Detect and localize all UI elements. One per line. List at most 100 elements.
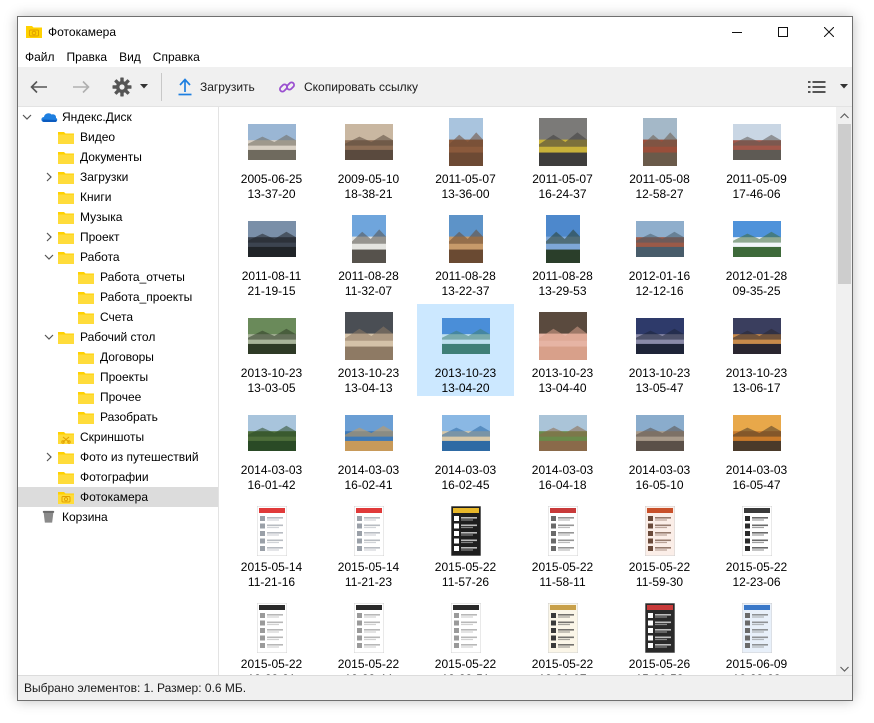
file-tile[interactable]: 2014-03-03 16-05-47 <box>708 401 805 493</box>
tree-item[interactable]: Корзина <box>18 507 218 527</box>
tree-item[interactable]: Книги <box>18 187 218 207</box>
file-tile[interactable]: 2013-10-23 13-06-17 <box>708 304 805 396</box>
file-tile[interactable]: 2013-10-23 13-03-05 <box>223 304 320 396</box>
tree-item[interactable]: Музыка <box>18 207 218 227</box>
window-title: Фотокамера <box>48 25 117 39</box>
tree-item-yandex-disk[interactable]: Яндекс.Диск <box>18 107 218 127</box>
file-tile[interactable]: 2014-03-03 16-02-41 <box>320 401 417 493</box>
file-name: 2014-03-03 16-02-45 <box>434 463 497 492</box>
tree-item[interactable]: Документы <box>18 147 218 167</box>
file-tile[interactable]: 2013-10-23 13-04-20 <box>417 304 514 396</box>
tree-item[interactable]: Разобрать <box>18 407 218 427</box>
tree-item[interactable]: Работа_проекты <box>18 287 218 307</box>
file-tile[interactable]: 2011-05-07 13-36-00 <box>417 110 514 202</box>
file-name: 2015-05-22 11-59-30 <box>628 560 691 589</box>
file-tile[interactable]: 2015-05-22 12-31-07 <box>514 595 611 677</box>
menu-file[interactable]: Файл <box>18 47 61 67</box>
file-tile[interactable]: 2011-05-07 16-24-37 <box>514 110 611 202</box>
file-tile[interactable]: 2014-03-03 16-02-45 <box>417 401 514 493</box>
expanded-arrow-icon[interactable] <box>44 252 54 262</box>
tree-item[interactable]: Фотографии <box>18 467 218 487</box>
scroll-up-button[interactable] <box>836 107 852 124</box>
file-name: 2011-08-28 11-32-07 <box>338 269 399 298</box>
tree-item[interactable]: Видео <box>18 127 218 147</box>
forward-button[interactable] <box>68 67 94 106</box>
menu-edit[interactable]: Правка <box>61 47 114 67</box>
tree-item[interactable]: Проект <box>18 227 218 247</box>
upload-button[interactable]: Загрузить <box>178 67 255 106</box>
file-tile[interactable]: 2009-05-10 18-38-21 <box>320 110 417 202</box>
tree-item[interactable]: Проекты <box>18 367 218 387</box>
tree-item[interactable]: Фото из путешествий <box>18 447 218 467</box>
file-tile[interactable]: 2015-05-22 11-57-26 <box>417 498 514 590</box>
menu-view[interactable]: Вид <box>113 47 147 67</box>
tree-item[interactable]: Договоры <box>18 347 218 367</box>
collapsed-arrow-icon[interactable] <box>44 232 54 242</box>
folder-icon <box>78 352 94 364</box>
photo-thumbnail <box>635 221 684 257</box>
file-name: 2015-05-22 11-57-26 <box>434 560 497 589</box>
folder-icon <box>58 172 74 184</box>
menu-help[interactable]: Справка <box>147 47 206 67</box>
file-tile[interactable]: 2014-03-03 16-04-18 <box>514 401 611 493</box>
expanded-arrow-icon[interactable] <box>44 332 54 342</box>
file-tile[interactable]: 2011-08-28 13-29-53 <box>514 207 611 299</box>
file-tile[interactable]: 2015-05-22 12-28-51 <box>417 595 514 677</box>
file-tile[interactable]: 2015-06-09 16-23-23 <box>708 595 805 677</box>
file-tile[interactable]: 2014-03-03 16-01-42 <box>223 401 320 493</box>
file-tile[interactable]: 2011-05-08 12-58-27 <box>611 110 708 202</box>
back-button[interactable] <box>26 67 52 106</box>
copy-link-button[interactable]: Скопировать ссылку <box>278 67 418 106</box>
file-name: 2013-10-23 13-06-17 <box>725 366 788 395</box>
file-tile[interactable]: 2013-10-23 13-05-47 <box>611 304 708 396</box>
photo-thumbnail <box>538 118 587 166</box>
file-tile[interactable]: 2011-08-11 21-19-15 <box>223 207 320 299</box>
tree-item[interactable]: Фотокамера <box>18 487 218 507</box>
tree-item[interactable]: Счета <box>18 307 218 327</box>
file-tile[interactable]: 2015-05-22 12-28-21 <box>223 595 320 677</box>
tree-item[interactable]: Рабочий стол <box>18 327 218 347</box>
scrollbar-thumb[interactable] <box>838 124 851 284</box>
file-tile[interactable]: 2015-05-14 11-21-16 <box>223 498 320 590</box>
file-name: 2014-03-03 16-05-10 <box>628 463 691 492</box>
settings-menu-button[interactable] <box>112 67 156 106</box>
file-tile[interactable]: 2013-10-23 13-04-13 <box>320 304 417 396</box>
photo-thumbnail <box>353 506 384 556</box>
file-tile[interactable]: 2015-05-22 12-28-44 <box>320 595 417 677</box>
expanded-arrow-icon[interactable] <box>22 112 32 122</box>
collapsed-arrow-icon[interactable] <box>44 172 54 182</box>
collapsed-arrow-icon[interactable] <box>44 452 54 462</box>
view-mode-button[interactable] <box>808 67 848 106</box>
file-tile[interactable]: 2011-08-28 13-22-37 <box>417 207 514 299</box>
tree-label: Скриншоты <box>80 430 145 444</box>
file-tile[interactable]: 2015-05-22 11-59-30 <box>611 498 708 590</box>
file-tile[interactable]: 2014-03-03 16-05-10 <box>611 401 708 493</box>
tree-label: Корзина <box>62 510 108 524</box>
maximize-button[interactable] <box>760 17 806 47</box>
tree-item[interactable]: Прочее <box>18 387 218 407</box>
photo-thumbnail <box>732 221 781 257</box>
close-button[interactable] <box>806 17 852 47</box>
tree-item[interactable]: Загрузки <box>18 167 218 187</box>
file-tile[interactable]: 2005-06-25 13-37-20 <box>223 110 320 202</box>
file-tile[interactable]: 2015-05-26 15-00-53 <box>611 595 708 677</box>
photo-thumbnail <box>644 506 675 556</box>
file-tile[interactable]: 2012-01-28 09-35-25 <box>708 207 805 299</box>
file-tile[interactable]: 2011-05-09 17-46-06 <box>708 110 805 202</box>
minimize-button[interactable] <box>714 17 760 47</box>
file-tile[interactable]: 2015-05-14 11-21-23 <box>320 498 417 590</box>
screenshots-folder-icon <box>58 432 74 444</box>
vertical-scrollbar[interactable] <box>836 107 852 677</box>
folder-icon <box>78 412 94 424</box>
file-tile[interactable]: 2012-01-16 12-12-16 <box>611 207 708 299</box>
photo-thumbnail <box>344 312 393 360</box>
file-tile[interactable]: 2015-05-22 12-23-06 <box>708 498 805 590</box>
tree-item[interactable]: Работа_отчеты <box>18 267 218 287</box>
folder-icon <box>78 292 94 304</box>
tree-item[interactable]: Скриншоты <box>18 427 218 447</box>
tree-label: Фотокамера <box>80 490 149 504</box>
tree-item[interactable]: Работа <box>18 247 218 267</box>
file-tile[interactable]: 2013-10-23 13-04-40 <box>514 304 611 396</box>
file-tile[interactable]: 2015-05-22 11-58-11 <box>514 498 611 590</box>
file-tile[interactable]: 2011-08-28 11-32-07 <box>320 207 417 299</box>
